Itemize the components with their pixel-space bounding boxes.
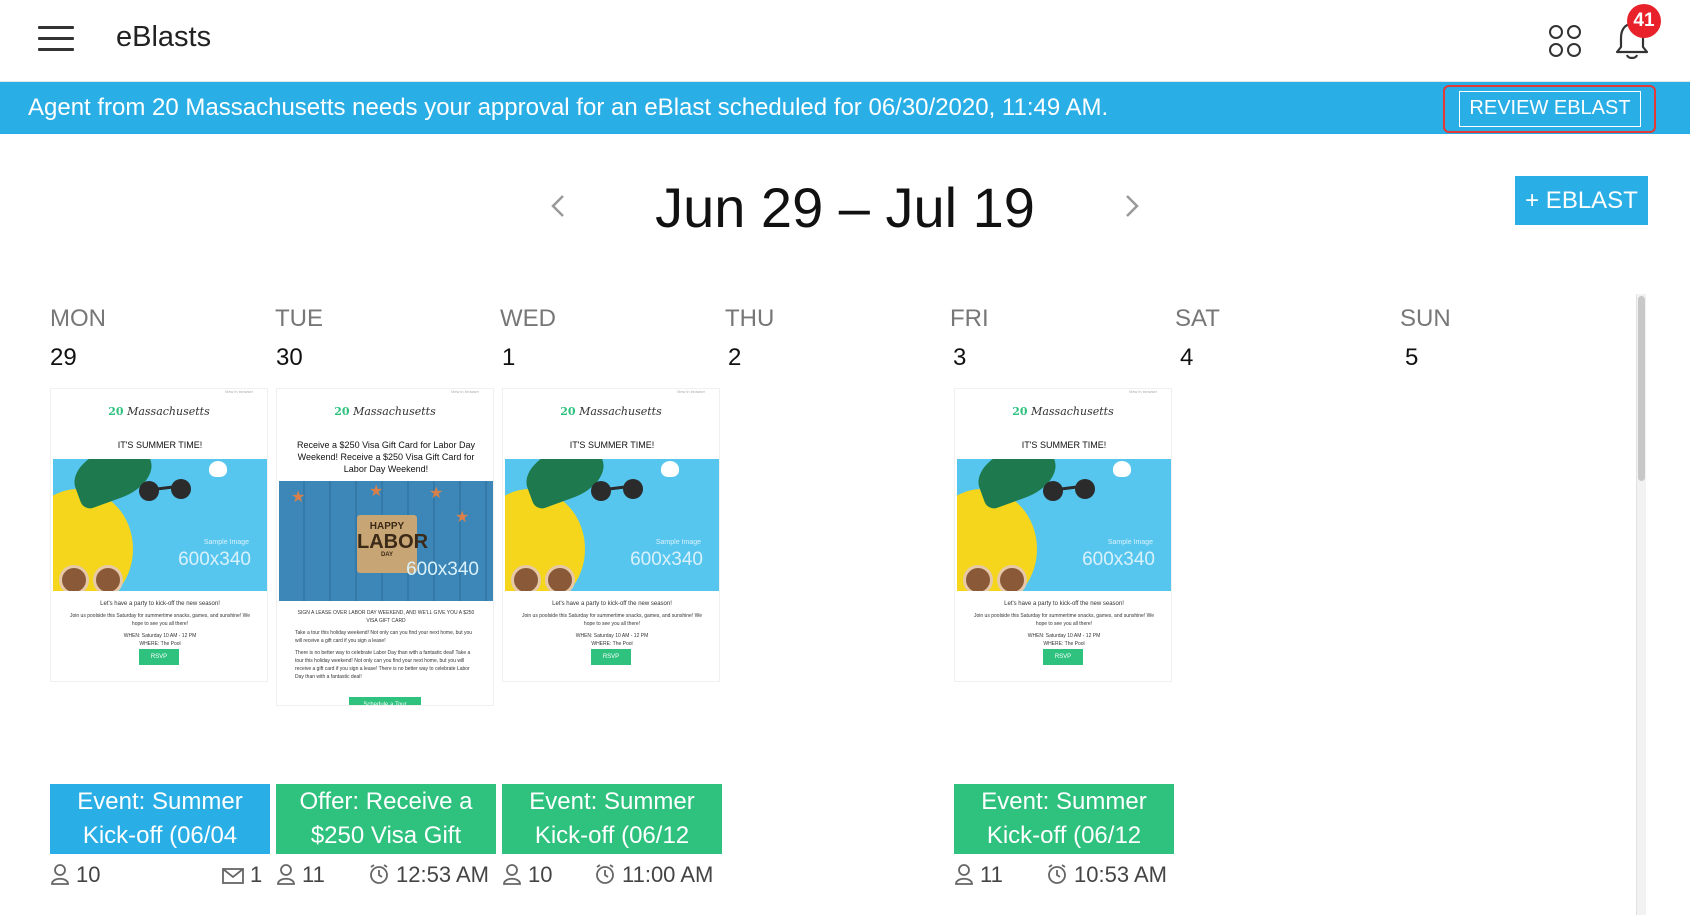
day-number-sun: 5 <box>1405 344 1419 371</box>
day-number-wed: 1 <box>502 344 516 371</box>
recipients-count-mon: 10 <box>50 862 100 888</box>
apps-grid-icon[interactable] <box>1548 24 1582 58</box>
top-bar: eBlasts 41 <box>0 0 1690 82</box>
clock-icon <box>1048 864 1066 884</box>
person-icon <box>51 864 69 885</box>
day-name-tue: TUE <box>275 305 323 332</box>
send-time-fri: 10:53 AM <box>1046 862 1167 888</box>
image-size-label: 600x340 <box>1082 549 1155 570</box>
event-card-wed[interactable]: Event: Summer Kick-off (06/12 <box>502 784 722 854</box>
day-name-mon: MON <box>50 305 106 332</box>
eblast-preview-tue[interactable]: View in browser 20 Massachusetts Receive… <box>276 388 494 706</box>
preview-headline: IT'S SUMMER TIME! <box>117 440 203 450</box>
day-name-sat: SAT <box>1175 305 1220 332</box>
day-number-mon: 29 <box>50 344 77 371</box>
notification-badge: 41 <box>1627 4 1661 38</box>
view-in-browser-link: View in browser <box>450 389 479 394</box>
preview-body: SIGN A LEASE OVER LABOR DAY WEEKEND, AND… <box>295 610 475 680</box>
sample-image-label: Sample Image <box>1107 539 1153 546</box>
mail-icon <box>222 868 244 884</box>
rsvp-button: RSVP <box>1043 649 1083 665</box>
image-size-label: 600x340 <box>178 549 251 570</box>
approval-banner: Agent from 20 Massachusetts needs your a… <box>0 82 1690 134</box>
send-time-tue: 12:53 AM <box>368 862 489 888</box>
rsvp-button: RSVP <box>591 649 631 665</box>
day-number-tue: 30 <box>276 344 303 371</box>
day-number-fri: 3 <box>953 344 967 371</box>
scrollbar-thumb[interactable] <box>1638 296 1645 481</box>
preview-body: Let's have a party to kick-off the new s… <box>974 601 1154 647</box>
view-in-browser-link: View in browser <box>1128 389 1157 394</box>
app-title: eBlasts <box>116 21 212 53</box>
day-number-thu: 2 <box>728 344 742 371</box>
preview-headline: IT'S SUMMER TIME! <box>569 440 655 450</box>
image-size-label: 600x340 <box>406 559 479 580</box>
recipients-count-tue: 11 <box>276 862 325 888</box>
chevron-left-icon[interactable] <box>548 190 568 222</box>
eblast-preview-mon[interactable]: View in browser 20 Massachusetts IT'S SU… <box>50 388 268 682</box>
chevron-right-icon[interactable] <box>1122 190 1142 222</box>
view-in-browser-link: View in browser <box>676 389 705 394</box>
hero-image: Sample Image 600x340 <box>957 459 1171 591</box>
sample-image-label: Sample Image <box>203 539 249 546</box>
send-time-wed: 11:00 AM <box>594 862 713 888</box>
person-icon <box>955 864 973 885</box>
recipients-count-fri: 11 <box>954 862 1003 888</box>
event-card-mon[interactable]: Event: Summer Kick-off (06/04 <box>50 784 270 854</box>
preview-headline: Receive a $250 Visa Gift Card for Labor … <box>297 440 475 474</box>
date-range-title: Jun 29 – Jul 19 <box>655 176 1035 239</box>
eblast-preview-fri[interactable]: View in browser 20 Massachusetts IT'S SU… <box>954 388 1172 682</box>
rsvp-button: RSVP <box>139 649 179 665</box>
person-icon <box>277 864 295 885</box>
event-card-tue[interactable]: Offer: Receive a $250 Visa Gift <box>276 784 496 854</box>
hero-image: ★ ★ ★ ★ HAPPY LABOR DAY 600x340 <box>279 481 493 601</box>
sent-count-mon: 1 <box>222 862 262 888</box>
menu-icon[interactable] <box>38 26 74 52</box>
day-name-fri: FRI <box>950 305 989 332</box>
hero-image: Sample Image 600x340 <box>505 459 719 591</box>
brand-logo: 20 Massachusetts <box>108 405 210 418</box>
day-name-sun: SUN <box>1400 305 1451 332</box>
schedule-tour-button: Schedule a Tour <box>349 697 421 705</box>
banner-message: Agent from 20 Massachusetts needs your a… <box>28 94 1109 121</box>
recipients-count-wed: 10 <box>502 862 552 888</box>
preview-body: Let's have a party to kick-off the new s… <box>522 601 702 647</box>
clock-icon <box>596 864 614 884</box>
eblast-preview-wed[interactable]: View in browser 20 Massachusetts IT'S SU… <box>502 388 720 682</box>
day-name-wed: WED <box>500 305 556 332</box>
add-eblast-button[interactable]: + EBLAST <box>1515 176 1648 225</box>
brand-logo: 20 Massachusetts <box>1012 405 1114 418</box>
event-card-fri[interactable]: Event: Summer Kick-off (06/12 <box>954 784 1174 854</box>
clock-icon <box>370 864 388 884</box>
sample-image-label: Sample Image <box>655 539 701 546</box>
preview-headline: IT'S SUMMER TIME! <box>1021 440 1107 450</box>
brand-logo: 20 Massachusetts <box>560 405 662 418</box>
review-eblast-button[interactable]: REVIEW EBLAST <box>1459 91 1641 127</box>
view-in-browser-link: View in browser <box>224 389 253 394</box>
preview-body: Let's have a party to kick-off the new s… <box>70 601 250 647</box>
day-number-sat: 4 <box>1180 344 1194 371</box>
day-name-thu: THU <box>725 305 775 332</box>
brand-logo: 20 Massachusetts <box>334 405 436 418</box>
image-size-label: 600x340 <box>630 549 703 570</box>
hero-image: Sample Image 600x340 <box>53 459 267 591</box>
person-icon <box>503 864 521 885</box>
